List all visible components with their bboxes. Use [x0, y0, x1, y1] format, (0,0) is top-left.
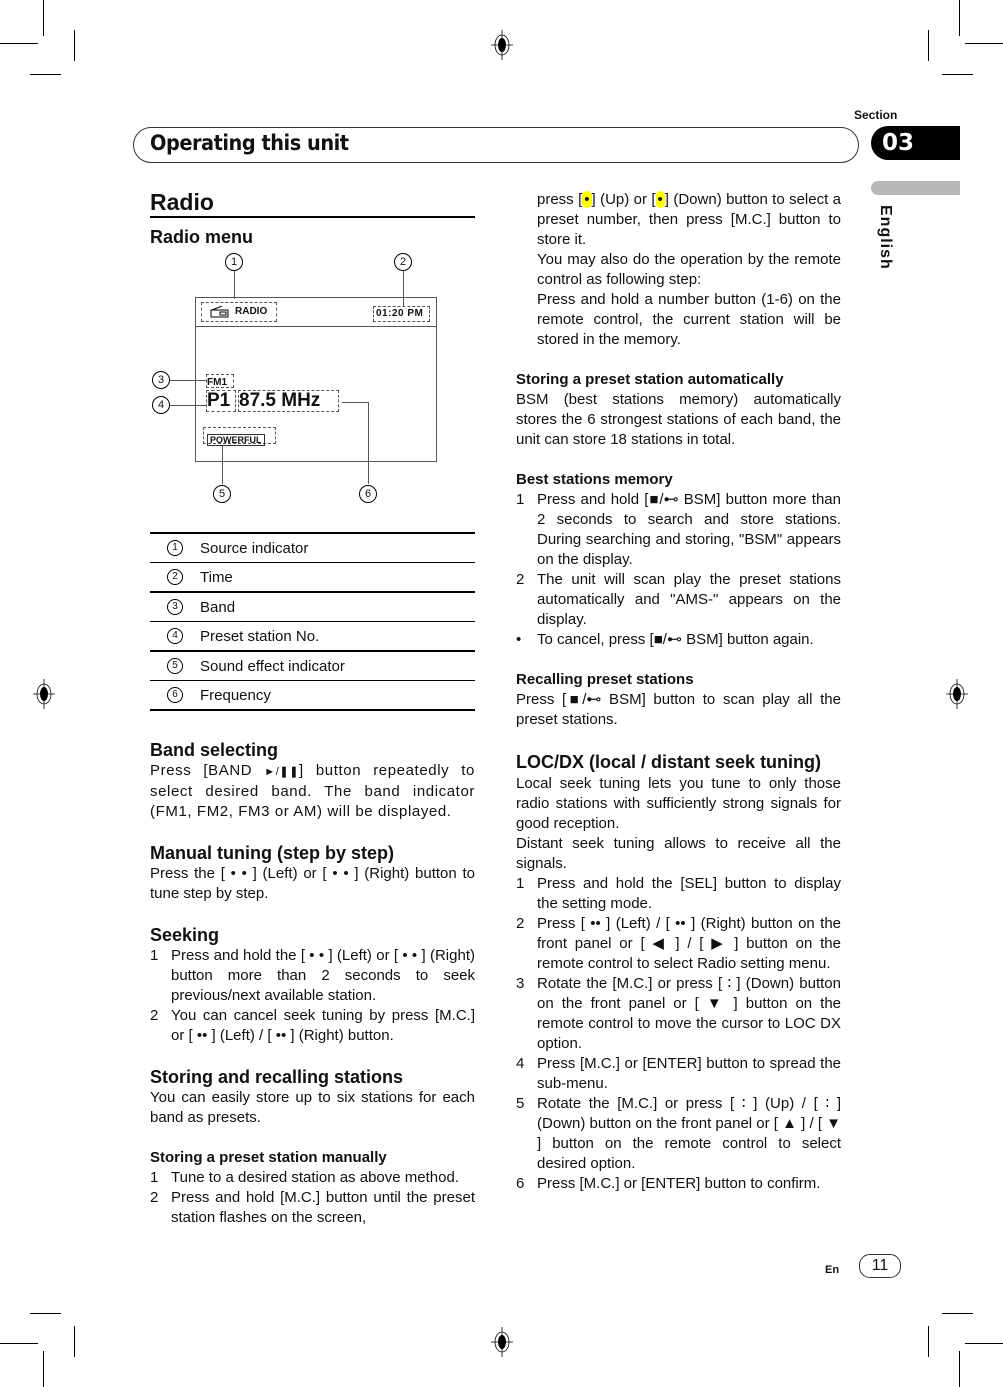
list-item: 1 Press and hold the [SEL] button to disp… — [516, 875, 841, 912]
crop-mark — [74, 1326, 75, 1357]
radio-icon — [210, 306, 229, 318]
band-indicator: FM1 — [206, 374, 234, 388]
list-item: 4 Press [M.C.] or [ENTER] button to sprea… — [516, 1055, 841, 1092]
preset-value: P1 — [207, 390, 231, 411]
recalling-heading: Recalling preset stations — [516, 671, 694, 688]
list-item: 2 Press and hold [M.C.] button until the … — [150, 1189, 475, 1226]
registration-mark-icon — [491, 1327, 513, 1357]
crop-mark — [928, 30, 929, 61]
locdx-text-1: Local seek tuning lets you tune to only … — [516, 775, 841, 832]
registration-mark-icon — [946, 679, 968, 709]
callout-6: 6 — [359, 485, 377, 503]
crop-mark — [959, 0, 960, 36]
language-label: English — [877, 205, 894, 270]
remote-step-text: Press and hold a number button (1-6) on … — [537, 291, 841, 348]
legend-table: 1 Source indicator 2 Time 3 Band 4 Preset st… — [150, 532, 475, 711]
callout-4: 4 — [152, 396, 170, 414]
storing-manual-heading: Storing a preset station manually — [150, 1149, 387, 1166]
source-indicator: RADIO — [201, 302, 277, 322]
time-indicator: 01:20 PM — [373, 306, 430, 322]
crop-mark — [928, 1326, 929, 1357]
crop-mark — [30, 1313, 61, 1314]
storing-manual-continued: press [•] (Up) or [•] (Down) button to s… — [516, 190, 841, 350]
storing-auto-heading: Storing a preset station automatically — [516, 371, 784, 388]
registration-mark-icon — [491, 30, 513, 60]
crop-mark — [942, 1313, 973, 1314]
legend-row: 6 Frequency — [150, 680, 475, 711]
source-label: RADIO — [235, 306, 268, 317]
preset-select-text: press [•] (Up) or [•] (Down) button to s… — [537, 191, 842, 248]
band-selecting-text: Press [BAND ►/❚❚] button repeatedly to s… — [150, 762, 475, 820]
radio-menu-heading: Radio menu — [150, 227, 254, 247]
down-button-icon: • — [655, 191, 665, 208]
list-item: 5 Rotate the [M.C.] or press [ ∶ ] (Up) /… — [516, 1095, 842, 1172]
callout-1: 1 — [225, 253, 243, 271]
play-pause-icon: ►/❚❚ — [264, 766, 300, 778]
storing-heading: Storing and recalling stations — [150, 1067, 404, 1087]
section-label: Section — [854, 108, 898, 122]
legend-row: 3 Band — [150, 591, 475, 621]
crop-mark — [965, 1343, 1003, 1344]
preset-indicator: P1 — [206, 390, 236, 412]
list-item: 2 The unit will scan play the preset stat… — [516, 571, 841, 628]
list-item: • To cancel, press [■/⊷ BSM] button again… — [516, 631, 814, 648]
band-value: FM1 — [207, 377, 227, 388]
section-number-badge: 03 — [871, 126, 960, 160]
callout-3: 3 — [152, 371, 170, 389]
language-code: En — [825, 1264, 840, 1276]
list-item: 1 Press and hold the [ • • ] (Left) or [ … — [150, 947, 475, 1004]
sound-effect-indicator: POWERFUL — [203, 427, 276, 446]
list-item: 2 You can cancel seek tuning by press [M.… — [150, 1007, 475, 1044]
left-column-top: Radio Radio menu — [150, 188, 475, 248]
page-number: 11 — [859, 1254, 901, 1278]
list-item: 3 Rotate the [M.C.] or press [ ∶ ] (Down)… — [516, 975, 841, 1052]
legend-row: 4 Preset station No. — [150, 621, 475, 650]
crop-mark — [965, 43, 1003, 44]
crop-mark — [0, 43, 38, 44]
band-selecting-heading: Band selecting — [150, 740, 279, 760]
crop-mark — [30, 74, 61, 75]
locdx-text-2: Distant seek tuning allows to receive al… — [516, 835, 841, 872]
list-item: 2 Press [ •• ] (Left) / [ •• ] (Right) bu… — [516, 915, 841, 972]
crop-mark — [43, 1351, 44, 1387]
list-item: 6 Press [M.C.] or [ENTER] button to confi… — [516, 1175, 821, 1192]
locdx-heading: LOC/DX (local / distant seek tuning) — [516, 752, 822, 772]
callout-5: 5 — [213, 485, 231, 503]
up-button-icon: • — [582, 191, 592, 208]
language-tab — [871, 181, 960, 195]
registration-mark-icon — [33, 679, 55, 709]
list-item: 1 Press and hold [■/⊷ BSM] button more th… — [516, 491, 841, 568]
callout-2: 2 — [394, 253, 412, 271]
radio-display-diagram: 1 2 RADIO 01:20 PM FM1 P1 87.5 MHz POWER… — [150, 250, 480, 510]
time-value: 01:20 PM — [376, 308, 424, 319]
crop-mark — [942, 74, 973, 75]
radio-heading: Radio — [150, 188, 475, 218]
frequency-indicator: 87.5 MHz — [238, 390, 339, 412]
radio-screen: RADIO 01:20 PM FM1 P1 87.5 MHz POWERFUL — [195, 297, 437, 462]
seeking-heading: Seeking — [150, 925, 220, 945]
crop-mark — [959, 1351, 960, 1387]
storing-text: You can easily store up to six stations … — [150, 1089, 475, 1126]
right-column: press [•] (Up) or [•] (Down) button to s… — [516, 190, 841, 1194]
legend-row: 5 Sound effect indicator — [150, 650, 475, 680]
remote-intro-text: You may also do the operation by the rem… — [537, 251, 841, 288]
manual-tuning-text: Press the [ • • ] (Left) or [ • • ] (Rig… — [150, 865, 475, 902]
crop-mark — [0, 1343, 38, 1344]
list-item: 1 Tune to a desired station as above meth… — [150, 1169, 459, 1186]
sound-effect-value: POWERFUL — [207, 434, 265, 446]
crop-mark — [74, 30, 75, 61]
frequency-value: 87.5 MHz — [239, 390, 321, 411]
legend-row: 2 Time — [150, 562, 475, 591]
storing-auto-text: BSM (best stations memory) automatically… — [516, 391, 841, 448]
legend-row: 1 Source indicator — [150, 532, 475, 562]
bsm-heading: Best stations memory — [516, 471, 673, 488]
left-column-body: Band selecting Press [BAND ►/❚❚] button … — [150, 739, 475, 1228]
recalling-text: Press [■/⊷ BSM] button to scan play all … — [516, 691, 841, 728]
manual-tuning-heading: Manual tuning (step by step) — [150, 843, 395, 863]
page-header-title: Operating this unit — [150, 131, 349, 155]
crop-mark — [43, 0, 44, 36]
